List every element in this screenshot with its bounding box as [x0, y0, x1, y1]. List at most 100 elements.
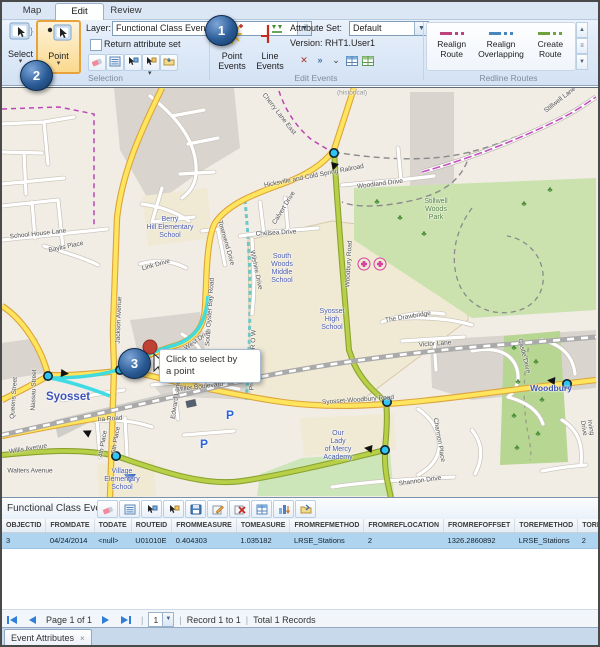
tab-event-attributes[interactable]: Event Attributes × [4, 629, 92, 646]
table-cell[interactable]: 1326.2860892 [444, 533, 515, 549]
panel-clear-selection-button[interactable] [97, 500, 118, 518]
pager-separator: | [179, 615, 181, 625]
record-range-text: Record 1 to 1 [187, 615, 241, 625]
panel-sort-button[interactable] [273, 500, 294, 518]
ribbon-tab-row: MapEditReview [2, 2, 598, 20]
last-page-button[interactable] [117, 612, 135, 628]
next-page-button[interactable] [97, 612, 115, 628]
event-table[interactable]: OBJECTIDFROMDATETODATEROUTEIDFROMMEASURE… [2, 519, 598, 549]
table-cell[interactable]: LRSE_Stations [515, 533, 578, 549]
svg-text:♣: ♣ [397, 213, 403, 222]
group-divider [423, 22, 424, 80]
grid-green-icon[interactable] [361, 54, 375, 68]
panel-title: Functional Class Event [7, 503, 109, 514]
column-header-todate[interactable]: TODATE [94, 519, 131, 533]
line-events-label: Line Events [252, 51, 288, 71]
edit-events-group-label: Edit Events [209, 73, 423, 83]
split-event-icon[interactable]: ⌄ [329, 53, 343, 67]
select-by-attribute-button[interactable] [124, 54, 142, 71]
redline-dash-icon [427, 29, 476, 37]
remove-event-icon[interactable]: ✕ [297, 53, 311, 67]
scroll-down-icon[interactable]: ▼ [576, 54, 588, 70]
first-page-button[interactable] [3, 612, 21, 628]
table-cell[interactable]: 04/24/2014 [46, 533, 94, 549]
select-icon: } [6, 22, 35, 49]
column-header-torefmethod[interactable]: TOREFMETHOD [515, 519, 578, 533]
svg-text:}: } [30, 26, 33, 36]
attribute-set-label: Attribute Set: [290, 23, 342, 33]
svg-text:♣: ♣ [374, 197, 380, 206]
table-cell[interactable]: LRSE_Stations [290, 533, 364, 549]
scroll-box-icon[interactable]: ≡ [576, 38, 588, 54]
page-text: Page 1 of 1 [46, 615, 92, 625]
select-by-location-button[interactable] [142, 54, 160, 71]
column-header-fromreflocation[interactable]: FROMREFLOCATION [364, 519, 444, 533]
map-tooltip: Click to select by a point [159, 349, 261, 383]
realign-overlapping-button[interactable]: RealignOverlapping [476, 23, 525, 70]
clear-selection-button[interactable] [88, 54, 106, 71]
point-events-label: Point Events [214, 51, 250, 71]
column-header-fromrefmethod[interactable]: FROMREFMETHOD [290, 519, 364, 533]
redline-routes-group-label: Redline Routes [423, 73, 594, 83]
table-cell[interactable]: U01010E [131, 533, 172, 549]
bottom-tab-strip: Event Attributes × [2, 627, 598, 646]
panel-edit-button[interactable] [207, 500, 228, 518]
selection-list-button[interactable] [106, 54, 124, 71]
prev-page-button[interactable] [23, 612, 41, 628]
panel-table-button[interactable] [251, 500, 272, 518]
svg-text:♣: ♣ [547, 185, 553, 194]
folder-icon [163, 54, 175, 72]
column-header-routeid[interactable]: ROUTEID [131, 519, 172, 533]
ribbon: MapEditReview } Select ▾ Point ▾ Layer: … [2, 2, 598, 86]
column-header-tomeasure[interactable]: TOMEASURE [236, 519, 290, 533]
svg-text:♣: ♣ [535, 429, 541, 438]
table-cell[interactable]: <null> [94, 533, 131, 549]
selectable-layers-button[interactable] [160, 54, 178, 71]
map-viewport[interactable]: ♣♣♣ ♣♣♣ ♣♣♣ ♣♣♣ [2, 87, 598, 498]
return-attribute-set-checkbox[interactable] [90, 39, 102, 51]
tooltip-line2: a point [166, 366, 195, 377]
page-number-select[interactable]: 1 ▼ [148, 612, 174, 627]
svg-text:♣: ♣ [521, 199, 527, 208]
table-cell[interactable]: 2 [364, 533, 444, 549]
panel-select-point-button[interactable] [141, 500, 162, 518]
table-cell[interactable]: 1.035182 [236, 533, 290, 549]
event-attributes-panel: Functional Class Event OBJECTIDFROMDATET… [2, 497, 598, 628]
offset-events-icon[interactable]: » [313, 53, 327, 67]
column-header-frommeasure[interactable]: FROMMEASURE [172, 519, 237, 533]
panel-export-button[interactable] [295, 500, 316, 518]
ribbon-tab-edit[interactable]: Edit [55, 3, 104, 20]
map-canvas[interactable]: ♣♣♣ ♣♣♣ ♣♣♣ ♣♣♣ [2, 88, 598, 498]
map-area-fills [2, 88, 596, 498]
table-row[interactable]: 304/24/2014<null>U01010E0.4043031.035182… [2, 533, 598, 549]
create-route-button[interactable]: CreateRoute [526, 23, 575, 70]
panel-select-line-button[interactable] [163, 500, 184, 518]
column-header-toreflocation[interactable]: TOREFLOCATION [578, 519, 598, 533]
table-cell[interactable]: 3 [2, 533, 46, 549]
column-header-fromdate[interactable]: FROMDATE [46, 519, 94, 533]
table-cell[interactable]: 2 [578, 533, 598, 549]
scroll-up-icon[interactable]: ▲ [576, 22, 588, 38]
version-label: Version: RHT1.User1 [290, 38, 375, 48]
column-header-fromrefoffset[interactable]: FROMREFOFFSET [444, 519, 515, 533]
page-number-arrow[interactable]: ▼ [162, 613, 173, 626]
ribbon-tab-review[interactable]: Review [102, 3, 150, 19]
page-number-value: 1 [149, 615, 162, 625]
line-events-button[interactable]: Line Events [252, 22, 288, 71]
layer-label: Layer: [86, 23, 111, 33]
redline-scrollbar[interactable]: ▲ ≡ ▼ [576, 22, 588, 69]
attribute-set-combobox[interactable]: Default ▼ [349, 21, 429, 36]
panel-header: Functional Class Event [2, 498, 598, 520]
panel-list-button[interactable] [119, 500, 140, 518]
table-cell[interactable]: 0.404303 [172, 533, 237, 549]
realign-route-button[interactable]: RealignRoute [427, 23, 476, 70]
ribbon-tab-map[interactable]: Map [12, 3, 52, 19]
column-header-objectid[interactable]: OBJECTID [2, 519, 46, 533]
close-icon[interactable]: × [80, 634, 85, 643]
panel-save-button[interactable] [185, 500, 206, 518]
cursor-edit-icon [127, 54, 139, 72]
grid-blue-icon[interactable] [345, 54, 359, 68]
eraser-icon [91, 54, 103, 72]
tab-event-attributes-label: Event Attributes [11, 633, 74, 643]
panel-delete-button[interactable] [229, 500, 250, 518]
